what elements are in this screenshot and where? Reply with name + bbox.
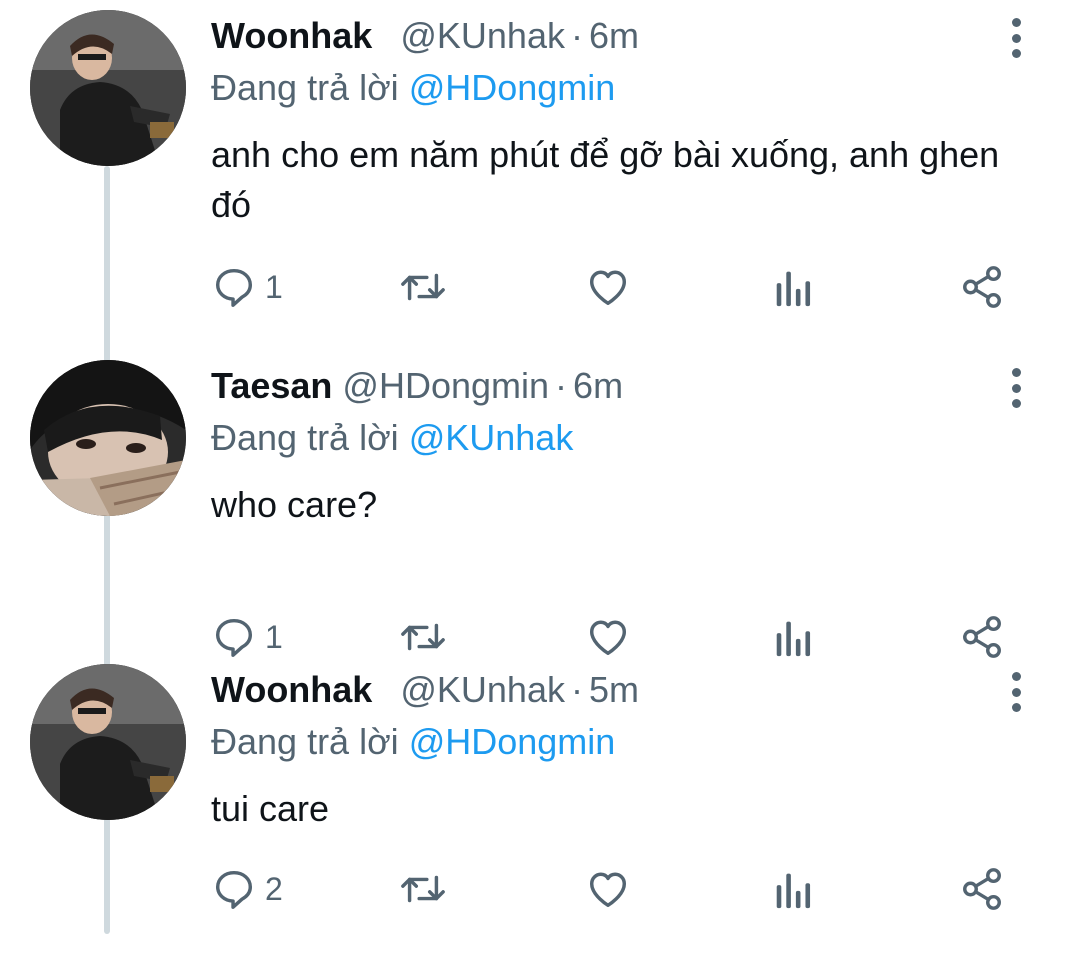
mention-link[interactable]: @HDongmin bbox=[409, 721, 616, 762]
retweet-button[interactable] bbox=[397, 262, 449, 312]
display-name[interactable]: Taesan bbox=[211, 365, 332, 406]
vertical-dots-icon bbox=[1011, 18, 1021, 27]
user-handle[interactable]: @KUnhak bbox=[400, 669, 565, 710]
speech-bubble-icon bbox=[215, 870, 253, 909]
tweet[interactable]: Woonhak @KUnhak · 5m Đang trả lời @HDongmi… bbox=[0, 654, 1078, 958]
heart-icon bbox=[589, 270, 627, 306]
views-button[interactable] bbox=[773, 864, 813, 914]
share-button[interactable] bbox=[959, 864, 1005, 914]
reply-prefix: Đang trả lời bbox=[211, 721, 399, 762]
separator: · bbox=[555, 365, 568, 406]
speech-bubble-icon bbox=[215, 268, 253, 307]
tweet-header: Taesan @HDongmin · 6m bbox=[211, 364, 623, 408]
tweet[interactable]: Woonhak @KUnhak · 6m Đang trả lời @HDongmi… bbox=[0, 0, 1078, 308]
heart-icon bbox=[589, 872, 627, 908]
timestamp[interactable]: 6m bbox=[589, 15, 639, 56]
user-handle[interactable]: @HDongmin bbox=[342, 365, 549, 406]
replying-to: Đang trả lời @KUnhak bbox=[211, 416, 573, 460]
reply-prefix: Đang trả lời bbox=[211, 67, 399, 108]
more-options-button[interactable] bbox=[1002, 18, 1030, 58]
more-options-button[interactable] bbox=[1002, 368, 1030, 408]
mention-link[interactable]: @KUnhak bbox=[409, 417, 574, 458]
user-handle[interactable]: @KUnhak bbox=[400, 15, 565, 56]
retweet-button[interactable] bbox=[397, 864, 449, 914]
like-button[interactable] bbox=[583, 262, 633, 312]
retweet-icon bbox=[401, 875, 445, 903]
reply-prefix: Đang trả lời bbox=[211, 417, 399, 458]
reply-count: 1 bbox=[265, 618, 283, 655]
mention-link[interactable]: @HDongmin bbox=[409, 67, 616, 108]
like-button[interactable] bbox=[583, 864, 633, 914]
avatar[interactable] bbox=[30, 10, 186, 166]
tweet-header: Woonhak @KUnhak · 6m bbox=[211, 14, 639, 58]
tweet-text: tui care bbox=[211, 788, 330, 829]
more-options-button[interactable] bbox=[1002, 672, 1030, 712]
tweet-text: who care? bbox=[211, 484, 378, 525]
replying-to: Đang trả lời @HDongmin bbox=[211, 720, 615, 764]
action-bar: 2 bbox=[211, 864, 1011, 914]
share-icon bbox=[963, 868, 1001, 910]
bar-chart-icon bbox=[776, 873, 811, 909]
reply-count: 2 bbox=[265, 870, 283, 907]
display-name[interactable]: Woonhak bbox=[211, 669, 372, 710]
display-name[interactable]: Woonhak bbox=[211, 15, 372, 56]
timestamp[interactable]: 5m bbox=[589, 669, 639, 710]
tweet[interactable]: Taesan @HDongmin · 6m Đang trả lời @KUnhak… bbox=[0, 350, 1078, 658]
share-button[interactable] bbox=[959, 262, 1005, 312]
replying-to: Đang trả lời @HDongmin bbox=[211, 66, 615, 110]
separator: · bbox=[570, 15, 583, 56]
bar-chart-icon bbox=[776, 271, 811, 307]
reply-button[interactable]: 1 bbox=[211, 262, 283, 312]
avatar[interactable] bbox=[30, 360, 186, 516]
vertical-dots-icon bbox=[1011, 368, 1021, 377]
retweet-icon bbox=[401, 273, 445, 301]
avatar[interactable] bbox=[30, 664, 186, 820]
separator: · bbox=[570, 669, 583, 710]
timestamp[interactable]: 6m bbox=[573, 365, 623, 406]
tweet-header: Woonhak @KUnhak · 5m bbox=[211, 668, 639, 712]
tweet-text: anh cho em năm phút để gỡ bài xuống, anh… bbox=[211, 134, 1000, 225]
vertical-dots-icon bbox=[1011, 672, 1021, 681]
action-bar: 1 bbox=[211, 262, 1011, 312]
views-button[interactable] bbox=[773, 262, 813, 312]
reply-button[interactable]: 2 bbox=[211, 864, 283, 914]
share-icon bbox=[963, 266, 1001, 308]
reply-count: 1 bbox=[265, 268, 283, 305]
